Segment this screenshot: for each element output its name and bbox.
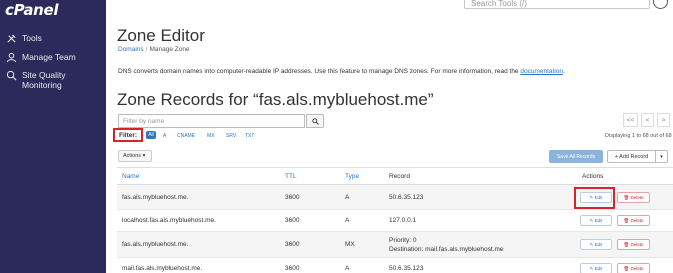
filter-option-mx[interactable]: MX <box>207 133 215 139</box>
save-all-records-button[interactable]: Save All Records <box>549 150 603 163</box>
sidebar: cPanel Tools Manage Team Site Quality Mo… <box>0 0 106 273</box>
record-value: 50.6.35.123 <box>389 194 424 201</box>
record-ttl: 3600 <box>285 217 300 224</box>
record-value: 50.6.35.123 <box>389 265 424 272</box>
record-priority: Priority: 0 <box>389 237 417 244</box>
record-name: localhost.fas.als.mybluehost.me. <box>122 217 216 224</box>
filter-label: Filter: <box>119 132 138 139</box>
main-content: Zone Editor Domains / Manage Zone DNS conv… <box>106 0 673 273</box>
documentation-link[interactable]: documentation <box>520 68 563 75</box>
search-icon <box>311 117 319 125</box>
table-row: mail.fas.als.mybluehost.me. 3600 A 50.6.… <box>117 258 673 273</box>
sidebar-item-manage-team[interactable]: Manage Team <box>6 52 76 63</box>
pagination-summary: Displaying 1 to 68 out of 68 <box>605 133 672 139</box>
edit-highlight-box <box>574 187 615 209</box>
add-record-button[interactable]: + Add Record <box>607 150 656 163</box>
table-header: Name TTL Type Record Actions <box>117 167 673 185</box>
column-header-record: Record <box>389 173 410 180</box>
trash-icon: 🗑 <box>623 241 631 247</box>
record-destination: Destination: mail.fas.als.mybluehost.me <box>389 246 504 253</box>
record-name: fas.als.mybluehost.me. <box>122 194 189 201</box>
record-type: MX <box>345 241 355 248</box>
table-row: fas.als.mybluehost.me. 3600 MX Priority:… <box>117 232 673 258</box>
filter-by-name-input[interactable]: Filter by name <box>118 114 305 128</box>
filter-option-a[interactable]: A <box>163 133 166 139</box>
breadcrumb-manage-zone: Manage Zone <box>149 46 190 53</box>
record-ttl: 3600 <box>285 241 300 248</box>
add-record-caret-button[interactable]: ▾ <box>656 150 668 163</box>
page-description: DNS converts domain names into computer-… <box>118 68 565 75</box>
site-quality-icon <box>6 70 17 81</box>
pager-first-button[interactable]: << <box>623 113 638 127</box>
page-title: Zone Editor <box>117 26 205 45</box>
delete-button[interactable]: 🗑 Delete <box>617 263 650 273</box>
zone-records-title: Zone Records for “fas.als.mybluehost.me” <box>117 90 434 109</box>
breadcrumb-domains[interactable]: Domains <box>118 46 144 53</box>
tools-icon <box>6 33 17 44</box>
record-ttl: 3600 <box>285 194 300 201</box>
pager-next-button[interactable]: > <box>657 113 670 127</box>
record-ttl: 3600 <box>285 265 300 272</box>
delete-button[interactable]: 🗑 Delete <box>617 215 650 226</box>
record-type: A <box>345 194 350 201</box>
filter-option-srv[interactable]: SRV <box>226 133 236 139</box>
record-type: A <box>345 217 350 224</box>
record-value: 127.0.0.1 <box>389 217 417 224</box>
sidebar-item-label: Tools <box>22 33 42 43</box>
edit-button[interactable]: ✎ Edit <box>580 215 612 226</box>
column-header-name[interactable]: Name <box>122 173 139 180</box>
filter-option-cname[interactable]: CNAME <box>177 133 195 139</box>
trash-icon: 🗑 <box>623 194 631 200</box>
breadcrumb: Domains / Manage Zone <box>118 46 190 53</box>
cpanel-logo[interactable]: cPanel <box>5 1 59 19</box>
sidebar-item-label: Manage Team <box>22 52 76 62</box>
table-row: localhost.fas.als.mybluehost.me. 3600 A … <box>117 210 673 232</box>
column-header-type[interactable]: Type <box>345 173 359 180</box>
sidebar-item-label: Site Quality <box>22 70 66 80</box>
team-icon <box>6 52 17 63</box>
trash-icon: 🗑 <box>623 217 631 223</box>
trash-icon: 🗑 <box>623 265 631 271</box>
record-name: fas.als.mybluehost.me. <box>122 241 189 248</box>
filter-option-txt[interactable]: TXT <box>245 133 254 139</box>
sidebar-item-site-quality[interactable]: Site Quality Monitoring <box>6 70 65 90</box>
column-header-actions: Actions <box>582 173 604 180</box>
filter-option-all[interactable]: All <box>146 131 156 139</box>
delete-button[interactable]: 🗑 Delete <box>617 192 650 203</box>
record-name: mail.fas.als.mybluehost.me. <box>122 265 203 272</box>
column-header-ttl[interactable]: TTL <box>285 173 297 180</box>
sidebar-item-tools[interactable]: Tools <box>6 33 42 44</box>
sidebar-item-label-line2: Monitoring <box>22 80 62 90</box>
record-type: A <box>345 265 350 272</box>
filter-search-button[interactable] <box>306 114 324 128</box>
pager-prev-button[interactable]: < <box>641 113 654 127</box>
edit-button[interactable]: ✎ Edit <box>580 263 612 273</box>
actions-dropdown-button[interactable]: Actions ▾ <box>118 150 152 162</box>
edit-button[interactable]: ✎ Edit <box>580 239 612 250</box>
delete-button[interactable]: 🗑 Delete <box>617 239 650 250</box>
